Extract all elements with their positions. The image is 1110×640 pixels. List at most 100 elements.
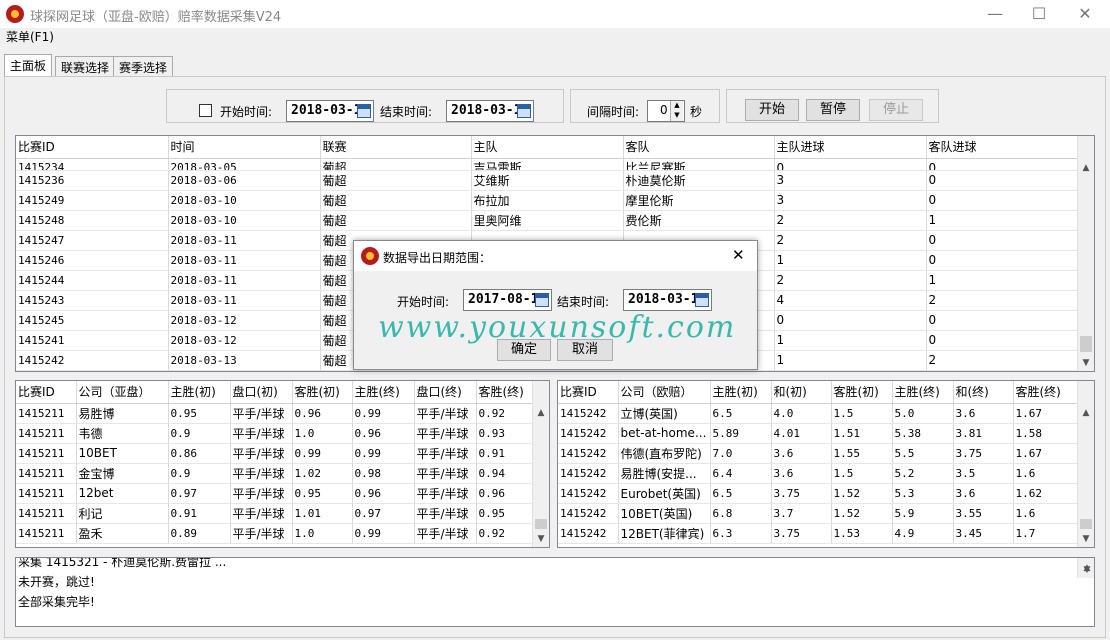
table-cell: 2018-03-11 — [168, 250, 321, 271]
stop-button[interactable]: 停止 — [869, 99, 923, 121]
column-header[interactable]: 盘口(终) — [414, 381, 477, 404]
table-row[interactable]: 1415211 10BET 0.86 平手/半球 0.99 0.99 平手/半球 0.91 — [16, 443, 535, 464]
calendar-icon[interactable] — [695, 293, 709, 307]
tab-main[interactable]: 主面板 — [4, 54, 53, 76]
maximize-button[interactable]: ☐ — [1016, 0, 1062, 28]
column-header[interactable]: 客队进球 — [926, 136, 1079, 159]
table-row[interactable]: 1415211 利记 0.91 平手/半球 1.01 0.97 平手/半球 0.95 — [16, 503, 535, 524]
pause-button[interactable]: 暂停 — [806, 99, 860, 121]
column-header[interactable]: 联赛 — [320, 136, 472, 159]
table-cell: 1415211 — [16, 423, 77, 444]
scroll-up-icon[interactable]: ▲ — [533, 405, 549, 421]
table-row[interactable]: 1415211 韦德 0.9 平手/半球 1.0 0.96 平手/半球 0.93 — [16, 423, 535, 444]
table-row[interactable]: 1415211 金宝博 0.9 平手/半球 1.02 0.98 平手/半球 0.94 — [16, 463, 535, 484]
table-row[interactable]: 1415242 易胜博(安提... 6.4 3.6 1.5 5.2 3.5 1.6 — [558, 463, 1080, 484]
column-header[interactable]: 公司（亚盘） — [76, 381, 169, 404]
column-header[interactable]: 主队进球 — [774, 136, 927, 159]
column-header[interactable]: 客胜(初) — [831, 381, 893, 404]
column-header[interactable]: 主胜(初) — [168, 381, 231, 404]
column-header[interactable]: 比赛ID — [16, 381, 77, 404]
column-header[interactable]: 和(终) — [953, 381, 1014, 404]
dialog-end-date-picker[interactable]: 2018-03-14 — [623, 289, 712, 311]
table-cell: 1.5 — [831, 403, 893, 424]
table-cell: 1 — [926, 270, 1079, 291]
minimize-button[interactable]: — — [972, 0, 1018, 28]
euro-odds-grid: 比赛ID 公司（欧赔） 主胜(初) 和(初) 客胜(初) 主胜(终) 和(终) … — [557, 380, 1095, 548]
table-cell: 4.0 — [771, 403, 832, 424]
scroll-up-icon[interactable]: ▲ — [1078, 405, 1094, 421]
column-header[interactable]: 和(初) — [771, 381, 832, 404]
column-header[interactable]: 客胜(初) — [292, 381, 353, 404]
column-header[interactable]: 比赛ID — [558, 381, 619, 404]
table-cell: 利记 — [76, 503, 169, 524]
table-cell: 平手/半球 — [414, 483, 477, 504]
scroll-down-icon[interactable]: ▼ — [1078, 562, 1094, 578]
column-header[interactable]: 客胜(终) — [1013, 381, 1080, 404]
stepper-up-icon[interactable]: ▲ — [670, 101, 683, 111]
tab-league[interactable]: 联赛选择 — [55, 56, 116, 76]
column-header[interactable]: 主胜(终) — [892, 381, 954, 404]
table-row[interactable]: 1415248 2018-03-10 葡超 里奥阿维 费伦斯 2 1 — [16, 210, 1079, 231]
interval-stepper[interactable]: 0 ▲ ▼ — [647, 100, 685, 122]
column-header[interactable]: 比赛ID — [16, 136, 169, 159]
column-header[interactable]: 主队 — [471, 136, 624, 159]
table-cell: 平手/半球 — [230, 483, 293, 504]
table-row[interactable]: 1415236 2018-03-06 葡超 艾维斯 朴迪莫伦斯 3 0 — [16, 170, 1079, 191]
table-row[interactable]: 1415242 10BET(英国) 6.8 3.7 1.52 5.9 3.55 1.6 — [558, 503, 1080, 524]
table-cell: 4.9 — [892, 523, 954, 544]
table-row[interactable]: 1415249 2018-03-10 葡超 布拉加 摩里伦斯 3 0 — [16, 190, 1079, 211]
enable-date-checkbox[interactable] — [199, 104, 212, 117]
column-header[interactable]: 主胜(终) — [352, 381, 415, 404]
table-cell: 1.0 — [292, 523, 353, 544]
scroll-up-icon[interactable]: ▲ — [1078, 160, 1094, 176]
dialog-start-date-picker[interactable]: 2017-08-12 — [463, 289, 552, 311]
log-textarea[interactable]: 采集 1415321 - 朴迪莫伦斯.费雷拉 ... 未开赛，跳过! 全部采集完… — [15, 557, 1095, 627]
window-title: 球探网足球（亚盘-欧赔）赔率数据采集V24 — [30, 10, 282, 25]
end-date-picker[interactable]: 2018-03-14 — [446, 100, 534, 122]
table-cell: 6.3 — [710, 523, 772, 544]
scroll-down-icon[interactable]: ▼ — [533, 531, 549, 547]
calendar-icon[interactable] — [535, 293, 549, 307]
table-row[interactable]: 1415211 盈禾 0.89 平手/半球 1.0 0.99 平手/半球 0.92 — [16, 523, 535, 544]
table-cell: 0.96 — [476, 483, 535, 504]
table-row[interactable]: 1415211 12bet 0.97 平手/半球 0.95 0.96 平手/半球 0.96 — [16, 483, 535, 504]
table-cell: 葡超 — [320, 190, 472, 211]
stepper-down-icon[interactable]: ▼ — [670, 111, 683, 121]
table-cell: 1.5 — [831, 463, 893, 484]
scroll-down-icon[interactable]: ▼ — [1078, 355, 1094, 371]
table-cell: 摩里伦斯 — [623, 190, 775, 211]
calendar-icon[interactable] — [357, 104, 371, 118]
log-scrollbar[interactable]: ▲ ▼ — [1077, 558, 1094, 578]
asian-scrollbar[interactable]: ▲ ▼ — [532, 381, 549, 547]
dialog-close-button[interactable]: ✕ — [732, 246, 745, 264]
table-row[interactable]: 1415211 易胜博 0.95 平手/半球 0.96 0.99 平手/半球 0.92 — [16, 403, 535, 424]
column-header[interactable]: 客胜(终) — [476, 381, 535, 404]
watermark: www.youxunsoft.com — [378, 310, 737, 345]
column-header[interactable]: 主胜(初) — [710, 381, 772, 404]
scroll-thumb[interactable] — [1080, 336, 1092, 352]
close-button[interactable]: ✕ — [1062, 0, 1108, 28]
table-row-partial[interactable]: 1415234 2018-03-05 葡超 吉马雷斯 比兰尼塞斯 0 0 — [16, 158, 1079, 171]
euro-scrollbar[interactable]: ▲ ▼ — [1077, 381, 1094, 547]
table-row[interactable]: 1415242 bet-at-home... 5.89 4.01 1.51 5.38 3.8… — [558, 423, 1080, 444]
start-date-picker[interactable]: 2018-03-13 — [286, 100, 374, 122]
column-header[interactable]: 盘口(初) — [230, 381, 293, 404]
table-row[interactable]: 1415242 Eurobet(英国) 6.5 3.75 1.52 5.3 3.6 1.62 — [558, 483, 1080, 504]
scroll-thumb[interactable] — [1080, 519, 1092, 529]
table-cell: 平手/半球 — [414, 503, 477, 524]
column-header[interactable]: 时间 — [168, 136, 321, 159]
column-header[interactable]: 客队 — [623, 136, 775, 159]
calendar-icon[interactable] — [517, 104, 531, 118]
matches-scrollbar[interactable]: ▲ ▼ — [1077, 136, 1094, 371]
table-row[interactable]: 1415242 立博(英国) 6.5 4.0 1.5 5.0 3.6 1.67 — [558, 403, 1080, 424]
table-cell: 1415242 — [558, 423, 619, 444]
table-row[interactable]: 1415242 伟德(直布罗陀) 7.0 3.6 1.55 5.5 3.75 1.67 — [558, 443, 1080, 464]
column-header[interactable]: 公司（欧赔） — [618, 381, 711, 404]
menu-item[interactable]: 菜单(F1) — [6, 30, 54, 44]
tab-season[interactable]: 赛季选择 — [113, 56, 174, 76]
start-button[interactable]: 开始 — [745, 99, 799, 121]
table-cell: 0 — [926, 170, 1079, 191]
table-row[interactable]: 1415242 12BET(菲律宾) 6.3 3.75 1.53 4.9 3.45 1.7 — [558, 523, 1080, 544]
scroll-thumb[interactable] — [535, 519, 547, 529]
scroll-down-icon[interactable]: ▼ — [1078, 531, 1094, 547]
